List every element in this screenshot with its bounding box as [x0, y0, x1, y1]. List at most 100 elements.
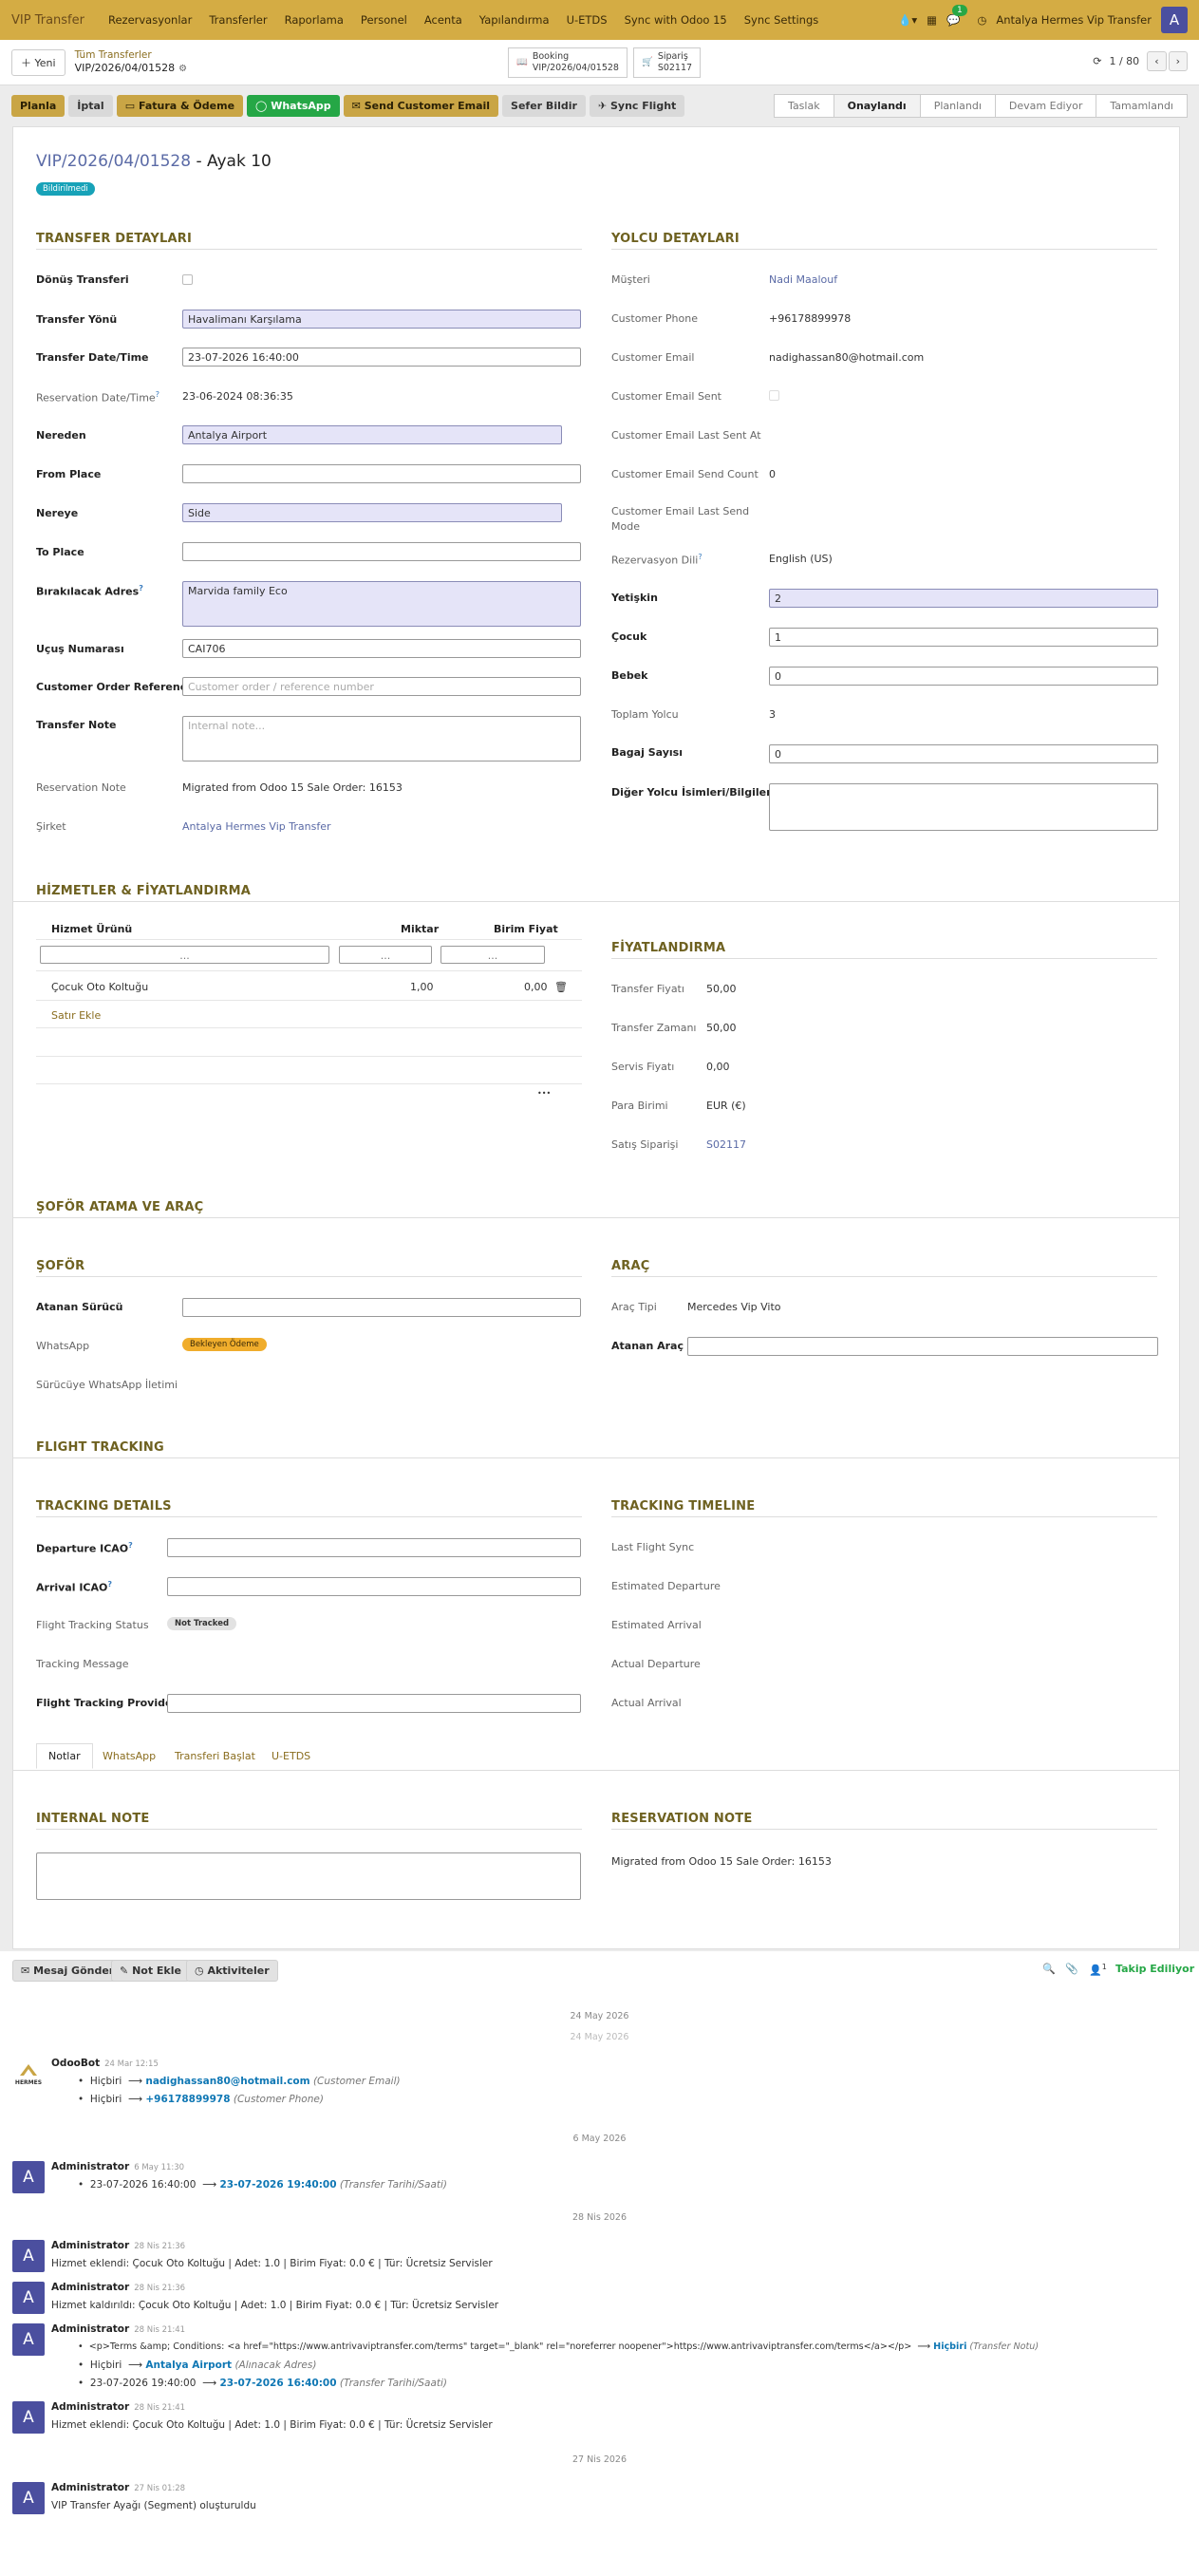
menu-item-rezervasyonlar[interactable]: Rezervasyonlar — [100, 13, 200, 27]
new-button[interactable]: ＋ Yeni — [11, 48, 66, 76]
paperclip-icon[interactable]: 📎 — [1065, 1963, 1078, 1975]
status-taslak[interactable]: Taslak — [774, 94, 834, 118]
filter-hizmet[interactable]: ... — [40, 946, 329, 964]
sync-flight-button[interactable]: ✈ Sync Flight — [589, 94, 685, 117]
planla-button[interactable]: Planla — [11, 94, 66, 117]
whatsapp-button[interactable]: ◯ WhatsApp — [247, 94, 340, 117]
company-name[interactable]: Antalya Hermes Vip Transfer — [996, 13, 1152, 27]
yon-field[interactable]: Havalimanı Karşılama — [182, 310, 581, 329]
tab-notlar[interactable]: Notlar — [36, 1743, 93, 1769]
search-icon[interactable]: 🔍 — [1042, 1963, 1056, 1975]
cocuk-field[interactable]: 1 — [769, 628, 1158, 647]
filter-fiyat[interactable]: ... — [440, 946, 545, 964]
refresh-icon[interactable]: ⟳ — [1093, 55, 1101, 67]
nereden-field[interactable]: Antalya Airport — [182, 425, 562, 444]
menu-item-transferler[interactable]: Transferler — [200, 13, 275, 27]
booking-smart-button[interactable]: 📖 Booking VIP/2026/04/01528 — [508, 47, 628, 78]
status-badge: Bildirilmedi — [36, 182, 95, 196]
status-devam[interactable]: Devam Ediyor — [994, 94, 1097, 118]
sirket-value[interactable]: Antalya Hermes Vip Transfer — [182, 820, 330, 833]
add-line-link[interactable]: Satır Ekle — [51, 1009, 101, 1022]
menu-item-sync-odoo[interactable]: Sync with Odoo 15 — [616, 13, 736, 27]
tab-transferi-baslat[interactable]: Transferi Başlat — [175, 1750, 255, 1762]
breadcrumb-parent[interactable]: Tüm Transferler — [75, 48, 187, 62]
nereye-field[interactable]: Side — [182, 503, 562, 522]
pager-prev-button[interactable]: ‹ — [1147, 51, 1167, 71]
clock-icon[interactable]: ◷ — [977, 13, 986, 27]
status-planlandi[interactable]: Planlandı — [919, 94, 996, 118]
status-bar: Taslak Onaylandı Planlandı Devam Ediyor … — [774, 94, 1188, 118]
tracking-line: • <p>Terms &amp; Conditions: <a href="ht… — [78, 2341, 1040, 2352]
gear-icon[interactable]: ⚙ — [178, 64, 187, 74]
yetiskin-field[interactable]: 2 — [769, 589, 1158, 608]
diger-field[interactable] — [769, 783, 1158, 831]
menu-item-acenta[interactable]: Acenta — [416, 13, 471, 27]
pager-value[interactable]: 1 / 80 — [1109, 55, 1139, 67]
fatura-button[interactable]: ▭ Fatura & Ödeme — [116, 94, 244, 117]
activities-button[interactable]: ◷ Aktiviteler — [186, 1960, 278, 1982]
add-note-button[interactable]: ✎ Not Ekle — [111, 1960, 190, 1982]
dil-value: English (US) — [769, 553, 833, 565]
followers-icon[interactable]: 👤1 — [1089, 1963, 1107, 1977]
app-name[interactable]: VIP Transfer — [11, 13, 84, 28]
send-message-button[interactable]: ✉ Mesaj Gönder — [12, 1960, 123, 1982]
author-avatar: A — [12, 2240, 45, 2272]
tab-whatsapp[interactable]: WhatsApp — [103, 1750, 156, 1762]
col-hizmet[interactable]: Hizmet Ürünü — [51, 923, 132, 935]
menu-item-uetds[interactable]: U-ETDS — [558, 13, 616, 27]
grid-menu-icon[interactable]: ▦ — [927, 13, 937, 27]
donus-checkbox[interactable] — [182, 274, 193, 285]
messages-icon[interactable]: 💬 1 — [946, 5, 967, 27]
ref-field[interactable]: Customer order / reference number — [182, 677, 581, 696]
following-button[interactable]: Takip Ediliyor — [1115, 1963, 1194, 1975]
status-onaylandi[interactable]: Onaylandı — [833, 94, 921, 118]
menu-item-yapilandirma[interactable]: Yapılandırma — [471, 13, 558, 27]
iptal-button[interactable]: İptal — [68, 94, 113, 117]
sefer-bildir-button[interactable]: Sefer Bildir — [502, 94, 586, 117]
internal-note-field[interactable] — [36, 1852, 581, 1900]
menu-item-personel[interactable]: Personel — [352, 13, 416, 27]
more-icon[interactable]: ••• — [537, 1089, 551, 1098]
user-avatar[interactable]: A — [1161, 7, 1188, 33]
est-arr-label: Estimated Arrival — [611, 1619, 702, 1631]
pager-next-button[interactable]: › — [1168, 51, 1188, 71]
reservation-note-title: RESERVATION NOTE — [611, 1812, 753, 1826]
arr-icao-field[interactable] — [167, 1577, 581, 1596]
status-tamamlandi[interactable]: Tamamlandı — [1096, 94, 1188, 118]
order-smart-button[interactable]: 🛒 Sipariş S02117 — [632, 47, 702, 78]
satis-value[interactable]: S02117 — [706, 1138, 746, 1151]
provider-field[interactable] — [167, 1694, 581, 1713]
tracking-line: • Hiçbiri ⟶ +96178899978 (Customer Phone… — [78, 2094, 324, 2105]
phone-value[interactable]: +96178899978 — [769, 312, 851, 325]
atanan-surucu-field[interactable] — [182, 1298, 581, 1317]
atanan-arac-label: Atanan Araç — [611, 1340, 684, 1352]
dep-icao-field[interactable] — [167, 1538, 581, 1557]
menu-item-sync-settings[interactable]: Sync Settings — [736, 13, 828, 27]
row-urun[interactable]: Çocuk Oto Koltuğu — [51, 981, 148, 993]
ucus-field[interactable]: CAI706 — [182, 639, 581, 658]
transfer-note-field[interactable]: Internal note... — [182, 716, 581, 762]
filter-miktar[interactable]: ... — [339, 946, 432, 964]
send-email-button[interactable]: ✉ Send Customer Email — [343, 94, 499, 117]
message-author: Administrator 28 Nis 21:36 — [51, 2282, 186, 2293]
col-fiyat[interactable]: Birim Fiyat — [494, 923, 558, 935]
menu-item-raporlama[interactable]: Raporlama — [276, 13, 352, 27]
row-fiyat[interactable]: 0,00 — [524, 981, 548, 993]
musteri-value[interactable]: Nadi Maalouf — [769, 273, 837, 286]
drop-icon[interactable]: 💧▾ — [898, 13, 917, 27]
to-field[interactable] — [182, 542, 581, 561]
atanan-arac-field[interactable] — [687, 1337, 1158, 1356]
row-miktar[interactable]: 1,00 — [410, 981, 434, 993]
toplam-value: 3 — [769, 708, 776, 721]
bagaj-field[interactable]: 0 — [769, 744, 1158, 763]
adres-field[interactable]: Marvida family Eco — [182, 581, 581, 627]
trash-icon[interactable]: 🗑 — [554, 981, 568, 993]
sofor-atama-title: ŞOFÖR ATAMA VE ARAÇ — [36, 1200, 204, 1214]
col-miktar[interactable]: Miktar — [401, 923, 439, 935]
zaman-label: Transfer Zamanı — [611, 1022, 697, 1034]
tab-uetds[interactable]: U-ETDS — [272, 1750, 310, 1762]
email-value[interactable]: nadighassan80@hotmail.com — [769, 351, 924, 364]
bebek-field[interactable]: 0 — [769, 667, 1158, 686]
dt-field[interactable]: 23-07-2026 16:40:00 — [182, 348, 581, 367]
from-field[interactable] — [182, 464, 581, 483]
